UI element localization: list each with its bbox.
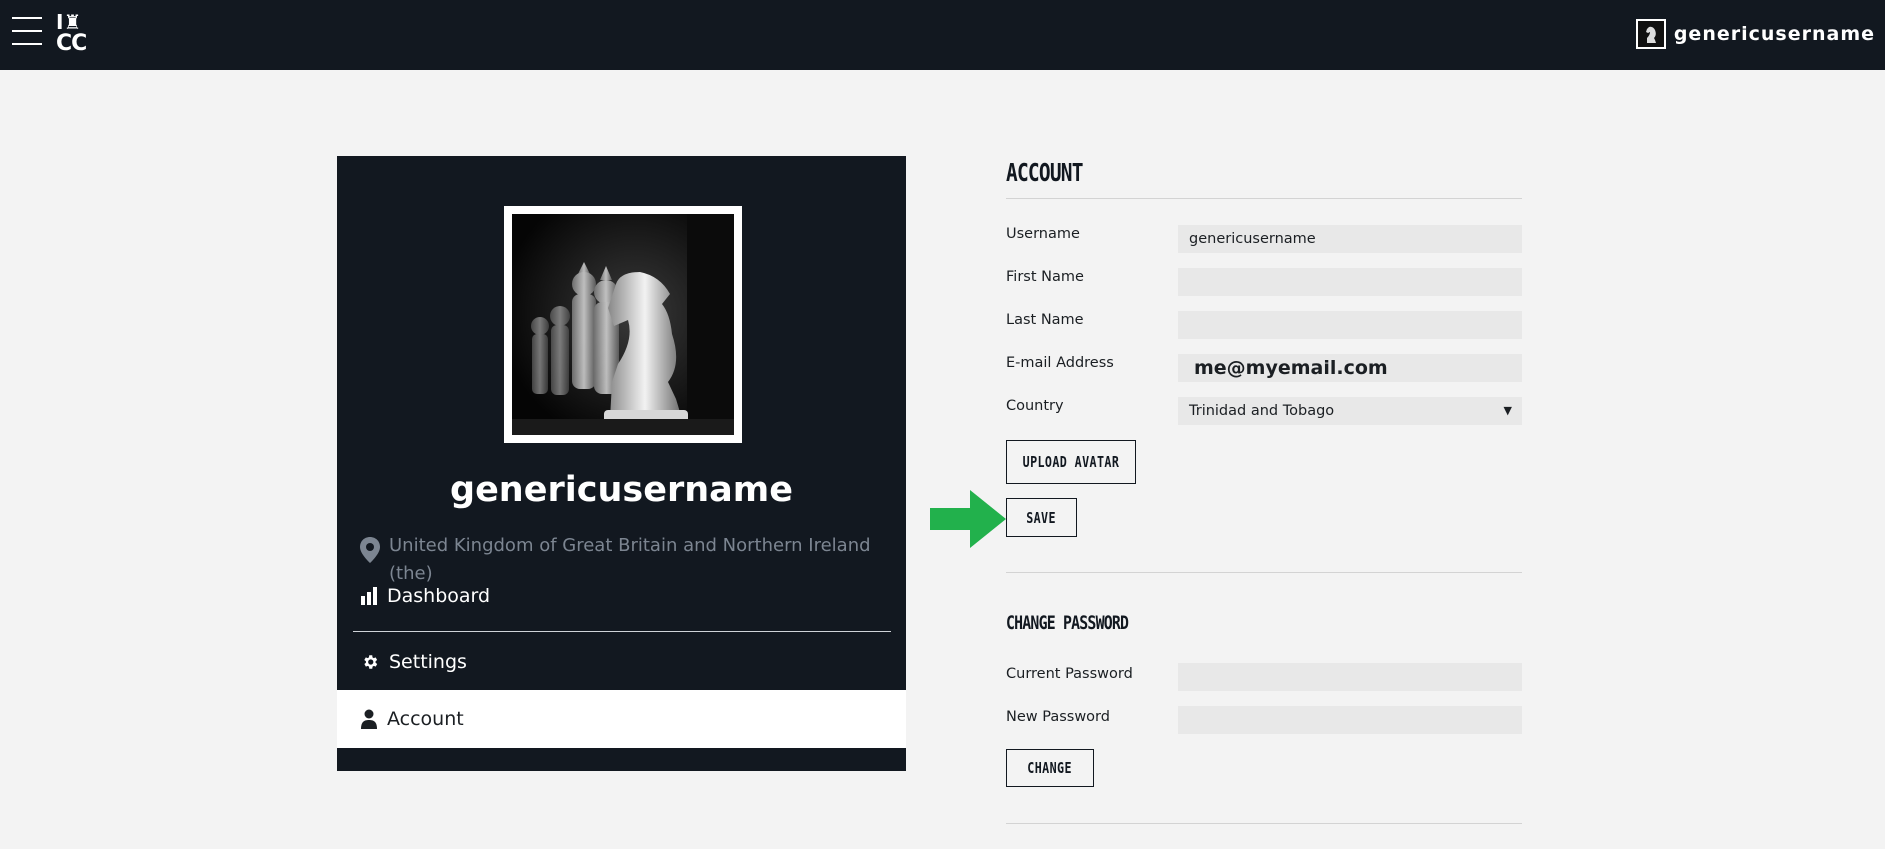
account-section-title: ACCOUNT: [1006, 158, 1084, 187]
save-button[interactable]: SAVE: [1006, 498, 1077, 537]
country-select[interactable]: Trinidad and Tobago ▼: [1178, 397, 1522, 425]
username-label: genericusername: [1673, 23, 1875, 45]
profile-name: genericusername: [450, 470, 793, 510]
gear-icon: [364, 655, 378, 669]
country-label: Country: [1006, 398, 1064, 414]
change-password-button[interactable]: CHANGE: [1006, 749, 1094, 787]
nav-settings[interactable]: Settings: [337, 633, 906, 691]
section-divider: [1006, 198, 1522, 199]
new-password-input[interactable]: [1178, 706, 1522, 734]
bar-chart-icon: [361, 587, 377, 605]
site-logo[interactable]: I♜ CC: [56, 12, 100, 56]
country-select-value: Trinidad and Tobago: [1189, 403, 1335, 419]
logo-row-2: CC: [56, 31, 87, 56]
email-label: E-mail Address: [1006, 355, 1114, 371]
username-input[interactable]: genericusername: [1178, 225, 1522, 253]
last-name-label: Last Name: [1006, 312, 1084, 328]
username-label: Username: [1006, 226, 1080, 242]
new-password-label: New Password: [1006, 709, 1110, 725]
menu-icon[interactable]: [12, 17, 42, 49]
upload-avatar-label: UPLOAD AVATAR: [1022, 453, 1120, 471]
profile-card: genericusername United Kingdom of Great …: [337, 156, 906, 771]
nav-divider: [353, 631, 891, 632]
section-divider: [1006, 823, 1522, 824]
profile-avatar: [504, 206, 742, 443]
avatar: [1635, 19, 1666, 49]
last-name-input[interactable]: [1178, 311, 1522, 339]
change-label: CHANGE: [1027, 759, 1073, 777]
nav-account-label: Account: [387, 708, 464, 730]
email-input[interactable]: me@myemail.com: [1178, 354, 1522, 382]
nav-dashboard-label: Dashboard: [387, 585, 491, 607]
user-menu[interactable]: genericusername: [1635, 19, 1875, 49]
chess-pieces-image: [512, 214, 734, 435]
location-pin-icon: [360, 537, 380, 563]
change-password-title: CHANGE PASSWORD: [1006, 612, 1129, 634]
chess-knight-icon: [1637, 21, 1664, 47]
green-arrow-icon: [930, 490, 1006, 548]
nav-settings-label: Settings: [389, 651, 467, 673]
user-icon: [361, 709, 377, 729]
first-name-input[interactable]: [1178, 268, 1522, 296]
current-password-label: Current Password: [1006, 666, 1133, 682]
section-divider: [1006, 572, 1522, 573]
logo-row-1: I♜: [56, 10, 82, 34]
save-label: SAVE: [1026, 508, 1057, 527]
nav-account[interactable]: Account: [337, 690, 906, 748]
upload-avatar-button[interactable]: UPLOAD AVATAR: [1006, 440, 1136, 484]
current-password-input[interactable]: [1178, 663, 1522, 691]
nav-dashboard[interactable]: Dashboard: [337, 574, 906, 618]
first-name-label: First Name: [1006, 269, 1084, 285]
top-bar: I♜ CC genericusername: [0, 0, 1885, 70]
chevron-down-icon: ▼: [1503, 404, 1512, 417]
